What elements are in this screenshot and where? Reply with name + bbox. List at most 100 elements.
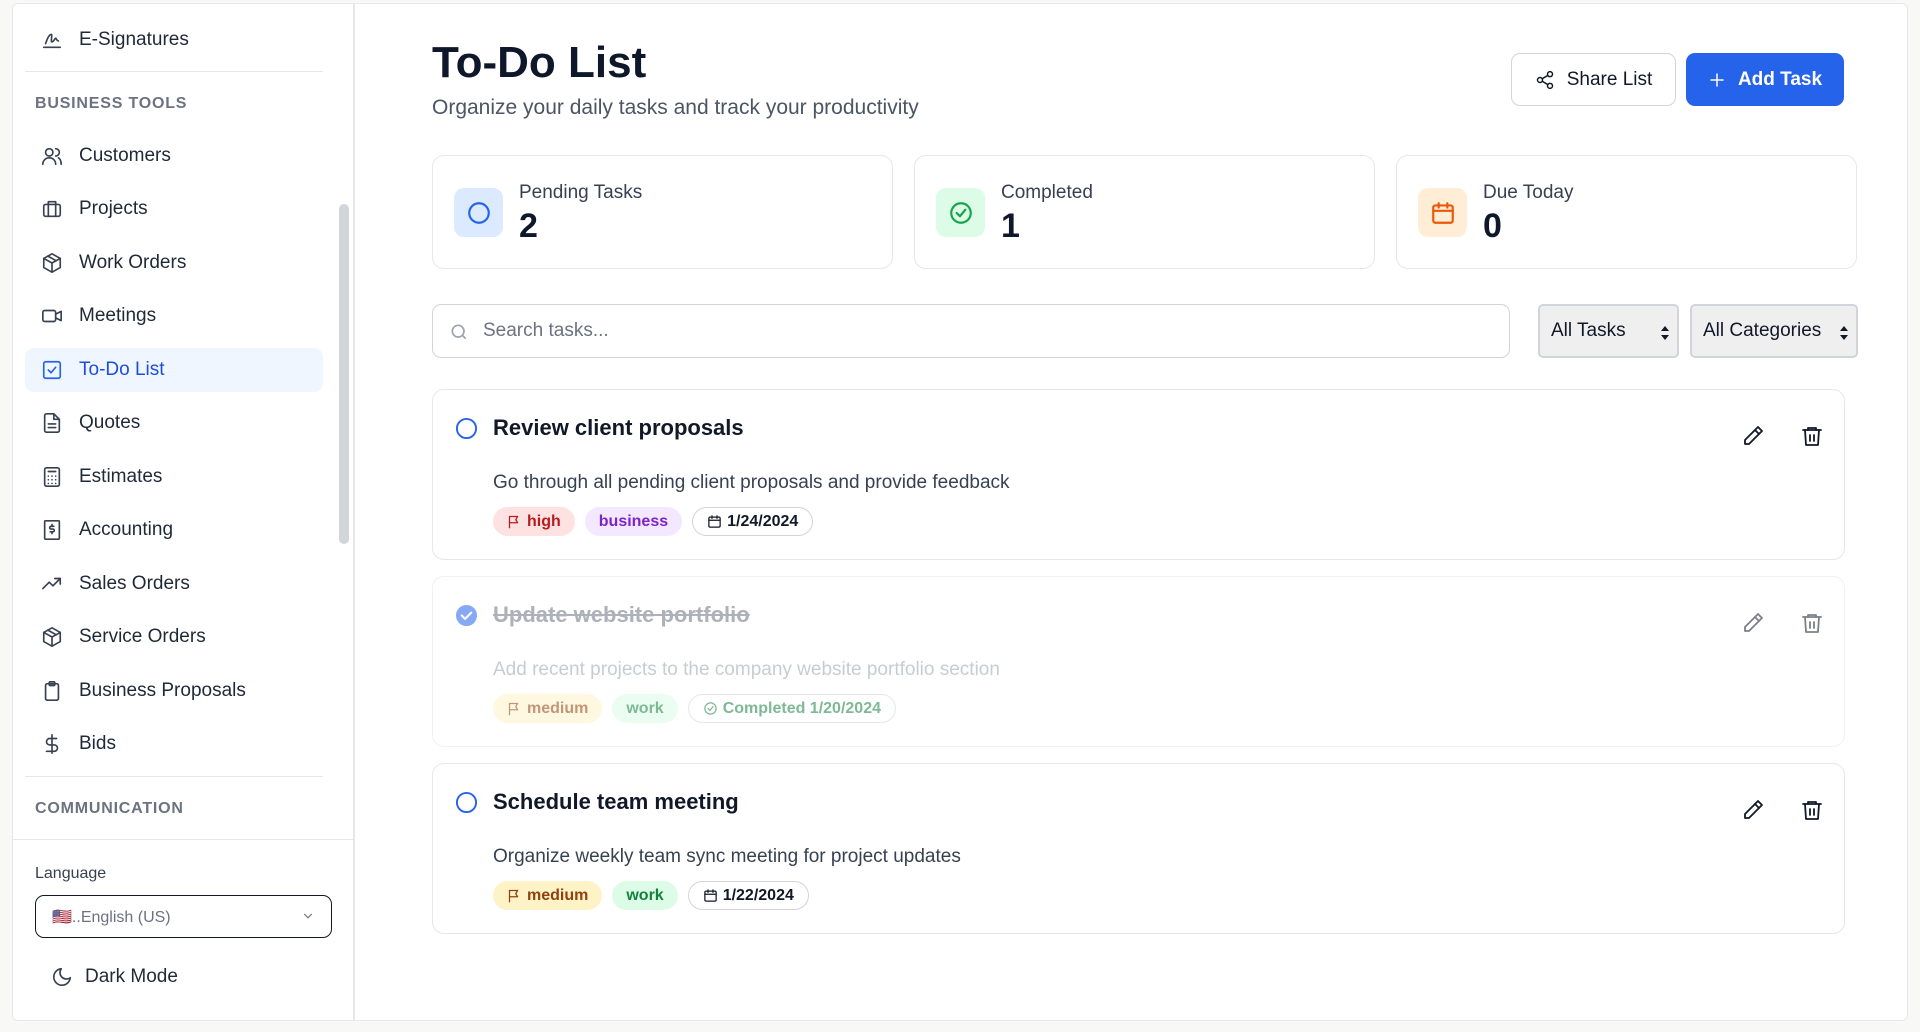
sidebar-item-work-orders[interactable]: Work Orders [25, 241, 323, 285]
divider [25, 71, 323, 72]
sidebar-item-e-signatures[interactable]: E-Signatures [25, 18, 323, 62]
check-circle-icon [703, 702, 717, 715]
sidebar-item-service-orders[interactable]: Service Orders [25, 615, 323, 659]
share-list-button[interactable]: Share List [1511, 53, 1676, 106]
task-tags: high business 1/24/2024 [493, 507, 814, 536]
flag-icon [508, 889, 519, 903]
sidebar-nav: E-Signatures BUSINESS TOOLS Customers Pr… [13, 4, 343, 839]
flag-icon [508, 702, 519, 716]
section-label-business-tools: BUSINESS TOOLS [35, 95, 188, 112]
trending-up-icon [41, 573, 63, 595]
sidebar-item-label: Accounting [79, 519, 174, 540]
dollar-icon [41, 733, 63, 755]
sidebar-item-label: Estimates [79, 466, 163, 487]
calculator-icon [41, 466, 63, 488]
task-card: Schedule team meeting Organize weekly te… [432, 763, 1845, 934]
category-badge: work [612, 694, 678, 723]
page-title: To-Do List [432, 38, 647, 87]
users-icon [41, 145, 63, 167]
sidebar-item-label: Work Orders [79, 252, 187, 273]
category-badge: work [612, 881, 678, 910]
task-checkbox-checked[interactable] [455, 604, 478, 627]
due-date-badge: 1/22/2024 [687, 881, 809, 910]
stat-value: 1 [1001, 207, 1020, 245]
package-icon [41, 252, 63, 274]
sidebar-item-label: To-Do List [79, 359, 165, 380]
task-title: Update website portfolio [493, 602, 750, 627]
stat-label: Completed [1001, 182, 1093, 203]
stat-label: Due Today [1483, 182, 1574, 203]
due-date-badge: 1/24/2024 [692, 507, 814, 536]
video-icon [41, 305, 63, 327]
sidebar-item-estimates[interactable]: Estimates [25, 455, 323, 499]
sidebar-item-label: Bids [79, 733, 116, 754]
share-icon [1536, 70, 1553, 89]
stat-value: 0 [1483, 207, 1502, 245]
main-content: To-Do List Organize your daily tasks and… [355, 4, 1907, 1020]
sidebar-item-label: Projects [79, 198, 148, 219]
pencil-icon [1744, 800, 1763, 819]
moon-icon [52, 967, 72, 987]
sidebar-item-business-proposals[interactable]: Business Proposals [25, 669, 323, 713]
page-subtitle: Organize your daily tasks and track your… [432, 96, 919, 119]
delete-button[interactable] [1800, 798, 1826, 824]
task-description: Organize weekly team sync meeting for pr… [493, 846, 961, 867]
flag-icon [508, 515, 519, 529]
status-filter-value: All Tasks [1551, 320, 1626, 341]
search-icon [451, 324, 467, 340]
priority-badge: medium [493, 881, 603, 910]
search-input[interactable]: Search tasks... [432, 304, 1510, 358]
edit-button[interactable] [1741, 798, 1767, 824]
delete-button[interactable] [1800, 611, 1826, 637]
sidebar-item-label: Business Proposals [79, 680, 246, 701]
check-square-icon [41, 359, 63, 381]
signature-icon [41, 29, 63, 51]
calendar-icon [703, 889, 717, 902]
trash-icon [1802, 801, 1822, 820]
completed-date-badge: Completed 1/20/2024 [687, 694, 896, 723]
sidebar-item-bids[interactable]: Bids [25, 722, 323, 766]
dark-mode-label: Dark Mode [85, 966, 178, 987]
sidebar-footer: Language 🇺🇸..English (US) Dark Mode [13, 839, 353, 1020]
edit-button[interactable] [1741, 611, 1767, 637]
task-tags: medium work 1/22/2024 [493, 881, 809, 910]
sidebar-item-label: Customers [79, 145, 171, 166]
task-checkbox[interactable] [455, 791, 478, 814]
task-description: Go through all pending client proposals … [493, 472, 1010, 493]
sidebar-scrollbar[interactable] [339, 204, 349, 544]
sidebar-item-to-do-list[interactable]: To-Do List [25, 348, 323, 392]
sidebar-item-customers[interactable]: Customers [25, 134, 323, 178]
task-description: Add recent projects to the company websi… [493, 659, 1000, 680]
task-title: Review client proposals [493, 415, 744, 440]
pencil-icon [1744, 613, 1763, 632]
check-circle-icon [936, 188, 985, 237]
sidebar-item-quotes[interactable]: Quotes [25, 401, 323, 445]
delete-button[interactable] [1800, 424, 1826, 450]
sidebar-item-accounting[interactable]: Accounting [25, 508, 323, 552]
priority-badge: high [493, 507, 575, 536]
category-filter-select[interactable]: All Categories [1690, 304, 1858, 358]
add-task-button[interactable]: Add Task [1686, 53, 1844, 106]
status-filter-select[interactable]: All Tasks [1538, 304, 1679, 358]
search-placeholder: Search tasks... [483, 320, 609, 341]
sidebar-item-label: Service Orders [79, 626, 206, 647]
language-value: 🇺🇸..English (US) [52, 908, 171, 926]
section-label-communication: COMMUNICATION [35, 800, 184, 817]
calendar-icon [1418, 188, 1467, 237]
select-arrows-icon [1661, 326, 1669, 340]
task-tags: medium work Completed 1/20/2024 [493, 694, 896, 723]
divider [25, 776, 323, 777]
dark-mode-toggle[interactable]: Dark Mode [35, 955, 178, 999]
task-checkbox[interactable] [455, 417, 478, 440]
edit-button[interactable] [1741, 424, 1767, 450]
sidebar-item-meetings[interactable]: Meetings [25, 294, 323, 338]
stat-card-due-today: Due Today 0 [1396, 155, 1857, 269]
select-arrows-icon [1840, 326, 1848, 340]
sidebar-item-sales-orders[interactable]: Sales Orders [25, 562, 323, 606]
briefcase-icon [41, 198, 63, 220]
plus-icon [1710, 72, 1724, 87]
language-select[interactable]: 🇺🇸..English (US) [35, 895, 332, 938]
sidebar-item-projects[interactable]: Projects [25, 187, 323, 231]
file-text-icon [41, 412, 63, 434]
priority-badge: medium [493, 694, 603, 723]
